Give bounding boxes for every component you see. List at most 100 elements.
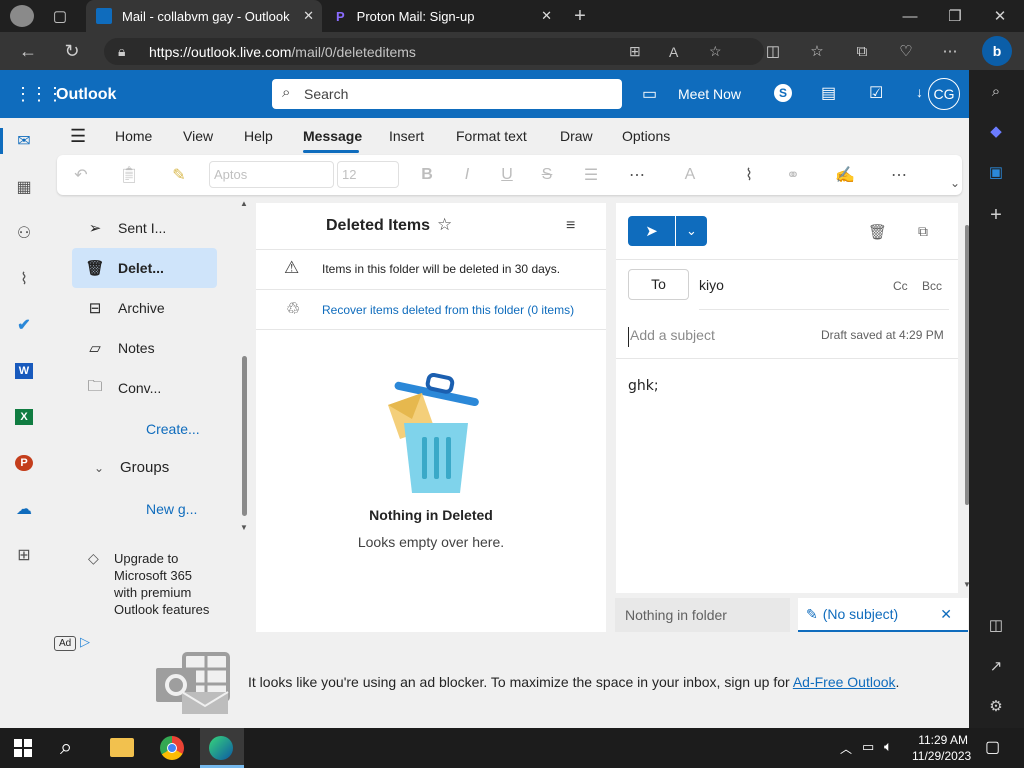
app-available-icon[interactable]: ⊞ — [629, 43, 641, 60]
compose-scroll-down-icon[interactable]: ▼ — [963, 580, 971, 589]
performance-icon[interactable]: ♡ — [892, 37, 920, 65]
profile-avatar[interactable] — [10, 5, 34, 27]
tab-help[interactable]: Help — [244, 128, 273, 144]
recover-link[interactable]: Recover items deleted from this folder (… — [322, 303, 574, 317]
edge-icon[interactable] — [209, 736, 233, 760]
format-painter-icon[interactable]: ✎ — [167, 163, 191, 187]
folder-scrollbar[interactable] — [242, 356, 247, 516]
copilot-icon[interactable]: ◆ — [982, 117, 1010, 145]
calendar-icon[interactable]: ▦ — [0, 164, 48, 210]
tab-draw[interactable]: Draw — [560, 128, 593, 144]
video-icon[interactable]: ▭ — [642, 84, 657, 104]
bottom-tab-draft[interactable]: ✎ (No subject) ✕ — [798, 598, 968, 632]
avatar[interactable]: CG — [928, 78, 960, 110]
chevron-up-icon[interactable]: ︿ — [840, 740, 852, 757]
window-close-icon[interactable]: ✕ — [986, 2, 1014, 30]
folder-scroll-down-icon[interactable]: ▼ — [240, 523, 248, 532]
pop-out-icon[interactable]: ⧉ — [918, 223, 928, 240]
powerpoint-icon[interactable]: P — [0, 440, 48, 486]
close-icon[interactable]: ✕ — [303, 8, 314, 24]
meet-now-button[interactable]: Meet Now — [678, 86, 741, 102]
attach-icon[interactable]: ⌇ — [733, 163, 765, 187]
folder-scroll-up-icon[interactable]: ▲ — [240, 199, 248, 208]
paragraph-icon[interactable]: ☰ — [575, 163, 607, 187]
more-format-icon[interactable]: ⋯ — [625, 163, 649, 187]
more-apps-icon[interactable]: ⊞ — [0, 532, 48, 578]
collections-icon[interactable]: ⧉ — [848, 37, 876, 65]
search-icon[interactable]: ⌕ — [60, 734, 72, 760]
todo-icon[interactable]: ✔ — [0, 302, 48, 348]
ribbon-collapse-icon[interactable]: ⌄ — [950, 176, 960, 190]
tab-insert[interactable]: Insert — [389, 128, 424, 144]
more-icon[interactable]: ⋯ — [936, 37, 964, 65]
folder-deleted[interactable]: 🗑︎ Delet... — [72, 248, 217, 288]
favorite-star-icon[interactable]: ☆ — [437, 215, 452, 235]
network-icon[interactable]: ▭ — [862, 739, 874, 755]
cc-button[interactable]: Cc — [893, 279, 908, 293]
hamburger-icon[interactable]: ☰ — [70, 126, 86, 147]
favorites-icon[interactable]: ☆ — [803, 37, 831, 65]
chrome-icon[interactable] — [160, 736, 184, 760]
overflow-icon[interactable]: ↓ — [916, 84, 923, 100]
italic-icon[interactable]: I — [455, 163, 479, 187]
discard-icon[interactable]: 🗑︎ — [868, 223, 887, 241]
tab-actions-icon[interactable]: ▢ — [46, 2, 74, 30]
open-external-icon[interactable]: ↗ — [982, 652, 1010, 680]
restore-icon[interactable]: ❐ — [941, 2, 969, 30]
underline-icon[interactable]: U — [495, 163, 519, 187]
tab-view[interactable]: View — [183, 128, 213, 144]
back-icon[interactable]: ← — [14, 37, 42, 65]
teams-icon[interactable]: ▤ — [821, 83, 836, 103]
paste-icon[interactable]: 📋︎ — [117, 163, 141, 187]
bcc-button[interactable]: Bcc — [922, 279, 942, 293]
folder-archive[interactable]: ⊟ Archive — [72, 288, 217, 328]
signature-icon[interactable]: ✍ — [829, 163, 861, 187]
adchoices-icon[interactable]: ▷ — [80, 634, 90, 650]
search-input[interactable]: ⌕ Search — [272, 79, 622, 109]
close-draft-icon[interactable]: ✕ — [940, 606, 952, 623]
compose-scrollbar[interactable] — [965, 225, 969, 505]
folder-notes[interactable]: ▱ Notes — [72, 328, 217, 368]
minimize-icon[interactable]: — — [896, 2, 924, 30]
link-icon[interactable]: ⚭ — [781, 163, 805, 187]
styles-icon[interactable]: A — [675, 163, 705, 187]
mail-icon[interactable]: ✉ — [0, 118, 48, 164]
tab-outlook[interactable]: Mail - collabvm gay - Outlook ✕ — [86, 0, 322, 32]
split-screen-icon[interactable]: ◫ — [759, 37, 787, 65]
folder-sent[interactable]: ➢ Sent I... — [72, 208, 217, 248]
undo-icon[interactable]: ↶ — [69, 163, 93, 187]
url-field[interactable]: 🔒︎ https://outlook.live.com/mail/0/delet… — [104, 38, 764, 65]
sidebar-toggle-icon[interactable]: ◫ — [982, 611, 1010, 639]
recipient-field[interactable]: kiyo — [699, 277, 724, 293]
file-explorer-icon[interactable] — [110, 738, 134, 757]
ribbon-overflow-icon[interactable]: ⋯ — [887, 163, 911, 187]
subject-input[interactable]: Add a subject — [628, 327, 808, 347]
strikethrough-icon[interactable]: S — [535, 163, 559, 187]
volume-icon[interactable]: 🔈︎ — [884, 738, 892, 755]
groups-chevron-icon[interactable]: ⌄ — [94, 461, 104, 475]
windows-start-icon[interactable] — [14, 739, 32, 757]
search-icon[interactable]: ⌕ — [982, 77, 1010, 105]
onedrive-icon[interactable]: ☁ — [0, 486, 48, 532]
ad-free-link[interactable]: Ad-Free Outlook — [793, 674, 896, 690]
new-group-link[interactable]: New g... — [146, 501, 197, 517]
excel-icon[interactable]: X — [0, 394, 48, 440]
tab-message[interactable]: Message — [303, 128, 362, 144]
refresh-icon[interactable]: ↻ — [58, 37, 86, 65]
upgrade-link[interactable]: Upgrade to Microsoft 365 with premium Ou… — [114, 550, 218, 618]
outlook-sidebar-icon[interactable]: ▣ — [982, 158, 1010, 186]
tab-options[interactable]: Options — [622, 128, 670, 144]
message-body[interactable]: ghk; — [628, 378, 659, 394]
font-size-select[interactable]: 12 — [337, 161, 399, 188]
read-aloud-icon[interactable]: A — [669, 44, 678, 60]
calendar-check-icon[interactable]: ☑ — [869, 83, 883, 103]
tab-format-text[interactable]: Format text — [456, 128, 527, 144]
tab-proton[interactable]: P Proton Mail: Sign-up ✕ — [326, 0, 562, 32]
font-name-select[interactable]: Aptos — [209, 161, 334, 188]
people-icon[interactable]: ⚇ — [0, 210, 48, 256]
attachment-icon[interactable]: ⌇ — [0, 256, 48, 302]
skype-icon[interactable]: S — [774, 84, 792, 102]
word-icon[interactable]: W — [0, 348, 48, 394]
settings-icon[interactable]: ⚙ — [982, 692, 1010, 720]
tab-home[interactable]: Home — [115, 128, 152, 144]
